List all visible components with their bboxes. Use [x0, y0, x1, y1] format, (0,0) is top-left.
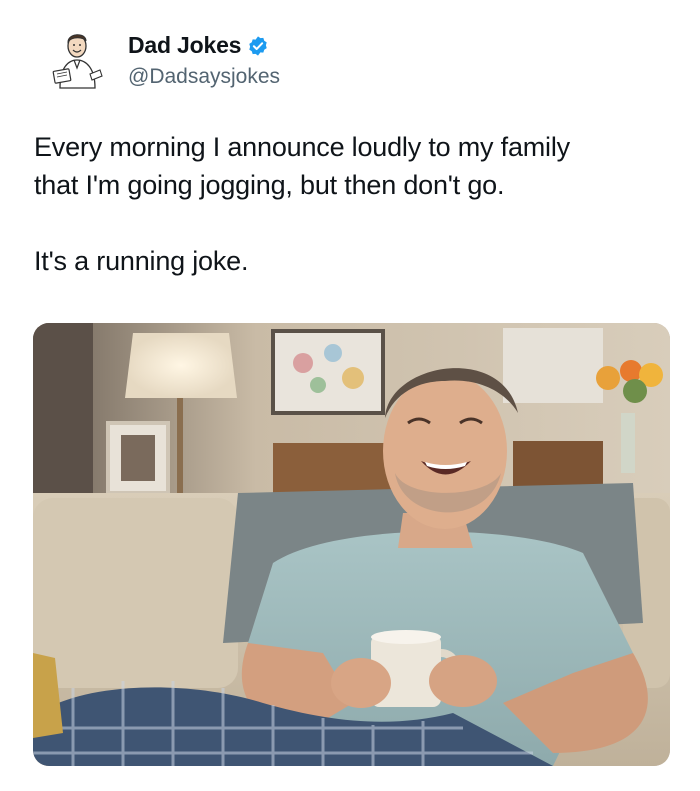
tweet-header: Dad Jokes @Dadsaysjokes — [50, 24, 280, 98]
avatar[interactable] — [50, 24, 108, 94]
tweet-body: Every morning I announce loudly to my fa… — [34, 128, 674, 204]
author-name-row: Dad Jokes — [128, 32, 280, 59]
author-info: Dad Jokes @Dadsaysjokes — [128, 24, 280, 89]
tweet-line-1: Every morning I announce loudly to my fa… — [34, 132, 570, 162]
author-handle[interactable]: @Dadsaysjokes — [128, 65, 280, 89]
tweet-punchline: It's a running joke. — [34, 246, 249, 276]
tweet-media[interactable] — [33, 323, 670, 766]
tweet-text: Every morning I announce loudly to my fa… — [34, 128, 674, 280]
tweet-card: Dad Jokes @Dadsaysjokes Every morning I … — [0, 0, 700, 791]
display-name[interactable]: Dad Jokes — [128, 32, 241, 59]
laughing-man-on-couch-photo — [33, 323, 670, 766]
verified-badge-icon — [249, 35, 267, 56]
tweet-line-2: that I'm going jogging, but then don't g… — [34, 170, 505, 200]
